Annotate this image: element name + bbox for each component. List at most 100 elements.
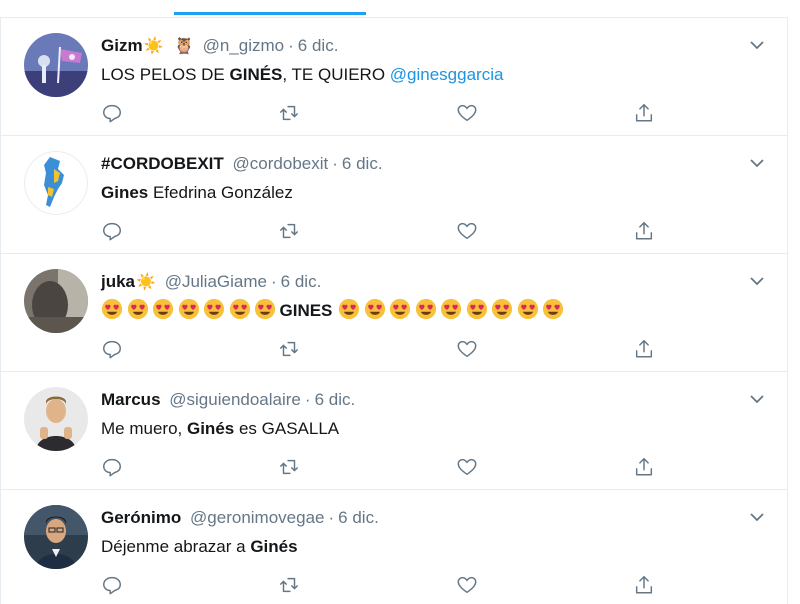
handle[interactable]: @geronimovegae — [190, 508, 324, 527]
text-segment: LOS PELOS DE — [101, 65, 230, 84]
reply-icon[interactable] — [101, 456, 123, 478]
timestamp[interactable]: 6 dic. — [281, 272, 322, 291]
retweet-icon[interactable] — [278, 574, 300, 596]
tweet-text: LOS PELOS DE GINÉS, TE QUIERO @ginesggar… — [101, 62, 503, 88]
separator: · — [288, 36, 294, 55]
retweet-icon[interactable] — [278, 456, 300, 478]
separator: · — [332, 154, 338, 173]
display-name[interactable]: Gerónimo — [101, 508, 181, 527]
heart-eyes-emoji — [390, 298, 411, 320]
text-segment: es GASALLA — [234, 419, 340, 438]
share-icon[interactable] — [633, 338, 655, 360]
display-name[interactable]: Gizm — [101, 36, 143, 55]
heart-eyes-emoji — [415, 298, 436, 320]
chevron-down-icon[interactable] — [749, 512, 765, 522]
avatar[interactable] — [24, 151, 88, 215]
text-highlight: Ginés — [250, 537, 298, 556]
text-highlight: GINÉS — [229, 65, 283, 84]
text-segment: Me muero, — [101, 419, 187, 438]
heart-eyes-emoji — [101, 298, 123, 320]
text-segment: Efedrina González — [148, 183, 293, 202]
reply-icon[interactable] — [101, 338, 123, 360]
chevron-down-icon[interactable] — [749, 158, 765, 168]
tweet-actions — [101, 456, 671, 478]
chevron-down-icon[interactable] — [749, 276, 765, 286]
share-icon[interactable] — [633, 456, 655, 478]
emoji-group-after — [338, 298, 568, 320]
heart-eyes-emoji — [441, 298, 462, 320]
timestamp[interactable]: 6 dic. — [315, 390, 356, 409]
tweet[interactable]: Gerónimo @geronimovegae · 6 dic. Déjenme a… — [0, 489, 788, 604]
share-icon[interactable] — [633, 220, 655, 242]
text-highlight: GINES — [279, 301, 333, 320]
like-icon[interactable] — [456, 456, 478, 478]
tab-bar — [0, 0, 800, 18]
tweet[interactable]: #CORDOBEXIT @cordobexit · 6 dic. Gines Efe… — [0, 135, 788, 253]
heart-eyes-emoji — [517, 298, 538, 320]
heart-eyes-emoji — [466, 298, 487, 320]
handle[interactable]: @JuliaGiame — [165, 272, 267, 291]
heart-eyes-emoji — [152, 298, 174, 320]
owl-emoji: 🦉 — [173, 38, 194, 55]
avatar[interactable] — [24, 33, 88, 97]
like-icon[interactable] — [456, 220, 478, 242]
retweet-icon[interactable] — [278, 220, 300, 242]
emoji-group-before — [101, 298, 280, 320]
display-name[interactable]: juka — [101, 272, 135, 291]
mention-link[interactable]: @ginesggarcia — [390, 65, 504, 84]
avatar[interactable] — [24, 269, 88, 333]
tweet-actions — [101, 102, 671, 124]
heart-eyes-emoji — [127, 298, 148, 320]
retweet-icon[interactable] — [278, 102, 300, 124]
tweet-text: Me muero, Ginés es GASALLA — [101, 416, 339, 442]
tweet-feed: Gizm☀️ 🦉 @n_gizmo · 6 dic. LOS PELOS DE GI… — [0, 17, 788, 604]
chevron-down-icon[interactable] — [749, 40, 765, 50]
handle[interactable]: @siguiendoalaire — [169, 390, 301, 409]
display-name[interactable]: Marcus — [101, 390, 161, 409]
handle[interactable]: @n_gizmo — [203, 36, 285, 55]
tweet[interactable]: Gizm☀️ 🦉 @n_gizmo · 6 dic. LOS PELOS DE GI… — [0, 17, 788, 135]
retweet-icon[interactable] — [278, 338, 300, 360]
tweet-header: Marcus @siguiendoalaire · 6 dic. — [101, 387, 355, 413]
heart-eyes-emoji — [492, 298, 513, 320]
share-icon[interactable] — [633, 574, 655, 596]
heart-eyes-emoji — [178, 298, 199, 320]
heart-eyes-emoji — [339, 298, 360, 320]
tweet-actions — [101, 574, 671, 596]
tweet-header: #CORDOBEXIT @cordobexit · 6 dic. — [101, 151, 383, 177]
like-icon[interactable] — [456, 102, 478, 124]
tweet-text: GINES — [101, 298, 568, 324]
separator: · — [304, 390, 311, 409]
timestamp[interactable]: 6 dic. — [338, 508, 379, 527]
handle[interactable]: @cordobexit — [233, 154, 329, 173]
reply-icon[interactable] — [101, 574, 123, 596]
heart-eyes-emoji — [364, 298, 385, 320]
heart-eyes-emoji — [229, 298, 250, 320]
share-icon[interactable] — [633, 102, 655, 124]
tweet[interactable]: Marcus @siguiendoalaire · 6 dic. Me muero,… — [0, 371, 788, 489]
like-icon[interactable] — [456, 574, 478, 596]
reply-icon[interactable] — [101, 102, 123, 124]
text-segment: Déjenme abrazar a — [101, 537, 251, 556]
text-highlight: Ginés — [186, 419, 235, 438]
tweet-header: Gerónimo @geronimovegae · 6 dic. — [101, 505, 379, 531]
heart-eyes-emoji — [203, 298, 225, 320]
separator: · — [328, 508, 335, 527]
tweet[interactable]: juka☀️ @JuliaGiame · 6 dic. GINES — [0, 253, 788, 371]
tweet-text: Déjenme abrazar a Ginés — [101, 534, 298, 560]
timestamp[interactable]: 6 dic. — [342, 154, 383, 173]
avatar[interactable] — [24, 387, 88, 451]
display-name[interactable]: #CORDOBEXIT — [101, 154, 224, 173]
text-segment: , TE QUIERO — [282, 65, 390, 84]
sun-emoji: ☀️ — [136, 274, 156, 291]
tweet-header: Gizm☀️ 🦉 @n_gizmo · 6 dic. — [101, 33, 338, 59]
tweet-actions — [101, 220, 671, 242]
reply-icon[interactable] — [101, 220, 123, 242]
like-icon[interactable] — [456, 338, 478, 360]
timestamp[interactable]: 6 dic. — [298, 36, 339, 55]
tweet-header: juka☀️ @JuliaGiame · 6 dic. — [101, 269, 321, 295]
tweet-text: Gines Efedrina González — [101, 180, 293, 206]
heart-eyes-emoji — [543, 298, 564, 320]
chevron-down-icon[interactable] — [749, 394, 765, 404]
avatar[interactable] — [24, 505, 88, 569]
